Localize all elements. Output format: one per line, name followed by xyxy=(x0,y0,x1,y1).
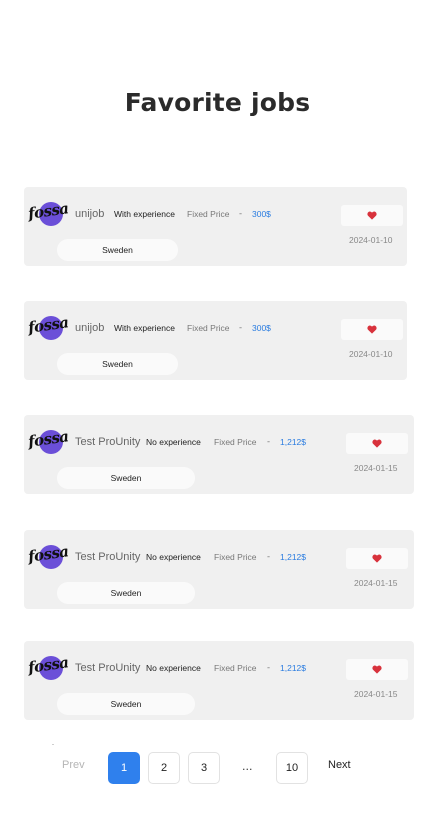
job-price: 1,212$ xyxy=(280,552,306,562)
posted-date: 2024-01-15 xyxy=(354,689,398,699)
price-type: Fixed Price xyxy=(214,437,257,447)
fossa-logo: fossa xyxy=(27,653,70,684)
location-badge: Sweden xyxy=(57,353,178,375)
company-name: Test ProUnity xyxy=(75,662,141,674)
location-badge: Sweden xyxy=(57,239,178,261)
job-card[interactable]: fossa Test ProUnity No experience Fixed … xyxy=(24,530,414,609)
company-name: Test ProUnity xyxy=(75,551,141,563)
fossa-logo: fossa xyxy=(27,427,70,458)
heart-icon xyxy=(367,211,377,220)
location-badge: Sweden xyxy=(57,693,195,715)
experience-level: With experience xyxy=(114,209,175,219)
posted-date: 2024-01-15 xyxy=(354,463,398,473)
pagination: Prev 1 2 3 ... 10 Next xyxy=(0,752,435,786)
price-separator: - xyxy=(267,552,271,562)
divider xyxy=(52,744,54,745)
price-type: Fixed Price xyxy=(187,209,230,219)
favorite-button[interactable] xyxy=(346,659,408,680)
favorite-button[interactable] xyxy=(346,433,408,454)
page-title: Favorite jobs xyxy=(124,88,311,117)
favorite-button[interactable] xyxy=(341,319,403,340)
experience-level: No experience xyxy=(146,552,201,562)
heart-icon xyxy=(372,439,382,448)
experience-level: With experience xyxy=(114,323,175,333)
page-2-button[interactable]: 2 xyxy=(148,752,180,784)
job-price: 300$ xyxy=(252,323,271,333)
job-card[interactable]: fossa unijob With experience Fixed Price… xyxy=(24,301,407,380)
price-type: Fixed Price xyxy=(214,552,257,562)
page-3-button[interactable]: 3 xyxy=(188,752,220,784)
page-10-button[interactable]: 10 xyxy=(276,752,308,784)
company-name: Test ProUnity xyxy=(75,436,141,448)
job-price: 1,212$ xyxy=(280,437,306,447)
page-1-button[interactable]: 1 xyxy=(108,752,140,784)
job-price: 300$ xyxy=(252,209,271,219)
heart-icon xyxy=(367,325,377,334)
prev-page-button[interactable]: Prev xyxy=(62,759,85,771)
job-price: 1,212$ xyxy=(280,663,306,673)
experience-level: No experience xyxy=(146,437,201,447)
next-page-button[interactable]: Next xyxy=(328,759,351,771)
posted-date: 2024-01-10 xyxy=(349,349,393,359)
favorite-button[interactable] xyxy=(341,205,403,226)
posted-date: 2024-01-10 xyxy=(349,235,393,245)
heart-icon xyxy=(372,665,382,674)
price-type: Fixed Price xyxy=(214,663,257,673)
company-name: unijob xyxy=(75,208,105,220)
job-card[interactable]: fossa Test ProUnity No experience Fixed … xyxy=(24,415,414,494)
posted-date: 2024-01-15 xyxy=(354,578,398,588)
experience-level: No experience xyxy=(146,663,201,673)
favorite-button[interactable] xyxy=(346,548,408,569)
fossa-logo: fossa xyxy=(27,199,70,230)
heart-icon xyxy=(372,554,382,563)
location-badge: Sweden xyxy=(57,467,195,489)
job-card[interactable]: fossa Test ProUnity No experience Fixed … xyxy=(24,641,414,720)
fossa-logo: fossa xyxy=(27,542,70,573)
price-separator: - xyxy=(267,663,271,673)
price-separator: - xyxy=(267,437,271,447)
job-card[interactable]: fossa unijob With experience Fixed Price… xyxy=(24,187,407,266)
location-badge: Sweden xyxy=(57,582,195,604)
price-separator: - xyxy=(239,323,243,333)
company-name: unijob xyxy=(75,322,105,334)
price-type: Fixed Price xyxy=(187,323,230,333)
fossa-logo: fossa xyxy=(27,313,70,344)
price-separator: - xyxy=(239,209,243,219)
pagination-ellipsis: ... xyxy=(242,760,253,773)
